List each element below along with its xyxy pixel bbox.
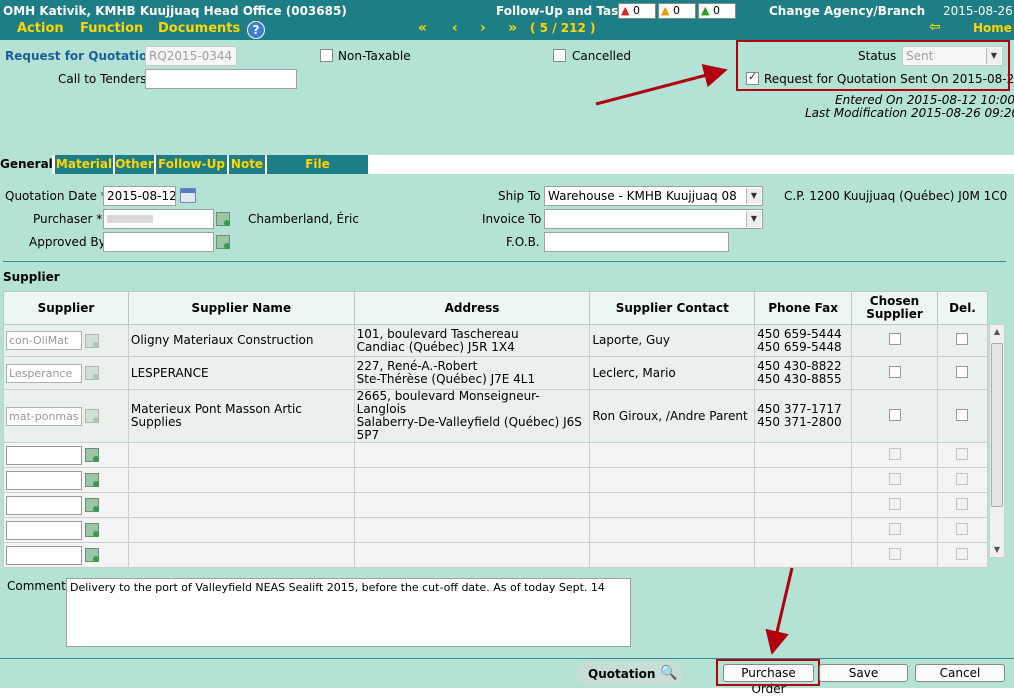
arrow-to-status	[595, 63, 728, 106]
arrow-to-purchase-order	[765, 567, 794, 655]
annotation-arrows	[595, 63, 794, 655]
